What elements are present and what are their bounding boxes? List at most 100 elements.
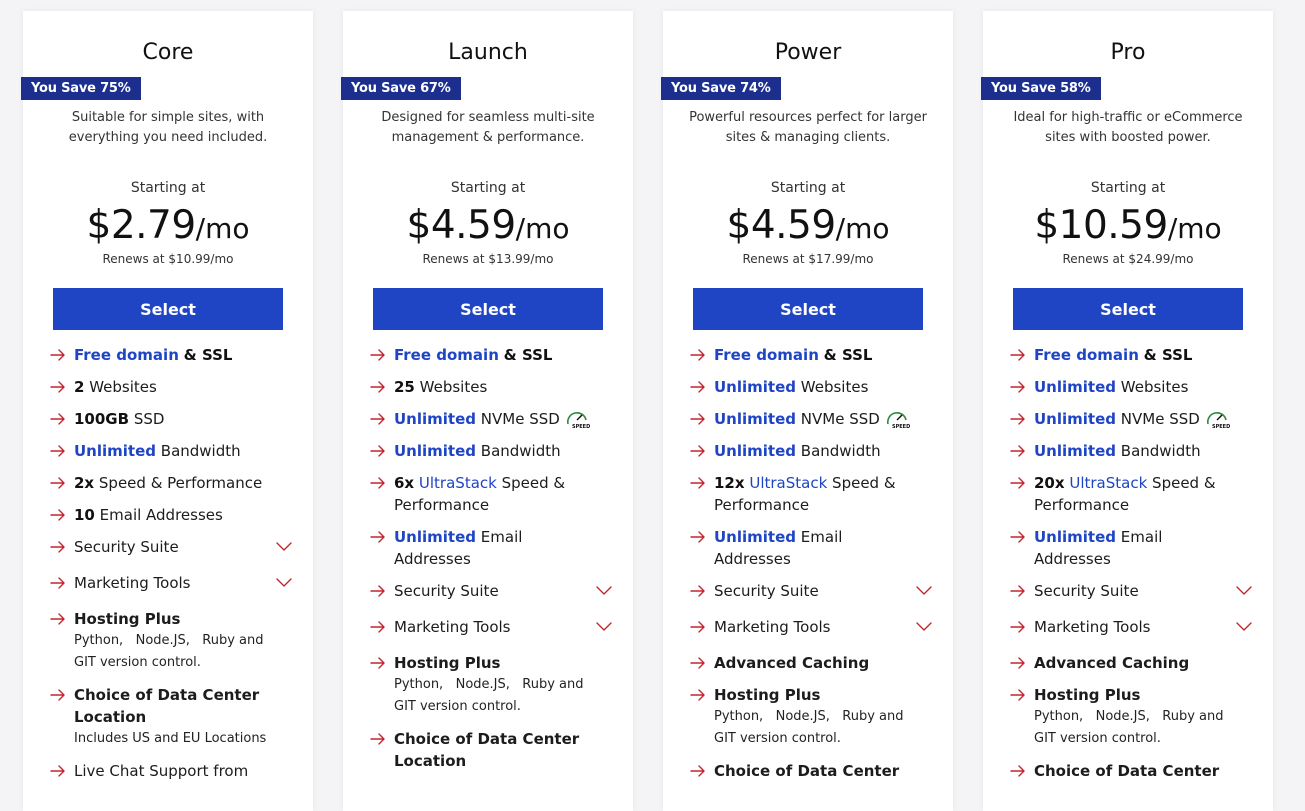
feature-title: Hosting Plus <box>1034 686 1141 704</box>
plan-card-power: Power You Save 74% Powerful resources pe… <box>661 11 953 811</box>
chevron-down-icon[interactable] <box>595 583 613 597</box>
feature-live-chat: Live Chat Support from <box>49 760 293 782</box>
arrow-right-icon <box>49 472 67 494</box>
feature-text: Performance <box>394 496 490 514</box>
plan-description-line: sites & managing clients. <box>725 130 891 145</box>
starting-at-label: Starting at <box>130 180 206 196</box>
feature-security-suite[interactable]: Security Suite <box>49 536 293 558</box>
arrow-right-icon <box>49 608 67 630</box>
plan-name: Launch <box>448 40 528 65</box>
speed-badge-icon <box>1204 410 1230 430</box>
arrow-right-icon <box>689 526 707 548</box>
feature-email: Unlimited Email Addresses <box>1009 526 1253 570</box>
feature-text: Bandwidth <box>1120 442 1201 460</box>
free-domain-link[interactable]: Free domain <box>1034 346 1139 364</box>
feature-speed: 12x UltraStack Speed & Performance <box>689 472 933 516</box>
feature-text: Bandwidth <box>480 442 561 460</box>
chevron-down-icon[interactable] <box>595 619 613 633</box>
plan-card-launch: Launch You Save 67% Designed for seamles… <box>341 11 633 811</box>
feature-security-suite[interactable]: Security Suite <box>689 580 933 602</box>
feature-text: Security Suite <box>1034 582 1139 600</box>
select-button[interactable]: Select <box>53 288 283 330</box>
price-amount: $4.59 <box>406 203 517 248</box>
feature-text: & SSL <box>823 346 873 364</box>
plan-description: Ideal for high-traffic or eCommerce site… <box>1001 108 1255 148</box>
feature-data-center: Choice of Data Center <box>689 760 933 782</box>
feature-subtext: Includes US and EU Locations <box>74 731 267 746</box>
arrow-right-icon <box>49 376 67 398</box>
feature-list: Free domain & SSL 25 Websites Unlimited … <box>369 344 613 782</box>
feature-marketing-tools[interactable]: Marketing Tools <box>369 616 613 638</box>
plan-description: Powerful resources perfect for larger si… <box>681 108 935 148</box>
feature-security-suite[interactable]: Security Suite <box>369 580 613 602</box>
feature-subtext: GIT version control. <box>714 731 841 746</box>
arrow-right-icon <box>369 344 387 366</box>
feature-text: Speed & <box>501 474 566 492</box>
feature-value: Unlimited <box>714 528 796 546</box>
feature-hosting-plus: Hosting Plus Python, Node.JS, Ruby and G… <box>49 608 293 674</box>
arrow-right-icon <box>1009 684 1027 706</box>
feature-text: Bandwidth <box>160 442 241 460</box>
feature-title: Location <box>74 708 147 726</box>
feature-value: Unlimited <box>394 442 476 460</box>
feature-value: 2x <box>74 474 95 492</box>
chevron-down-icon[interactable] <box>1235 583 1253 597</box>
savings-badge: You Save 74% <box>661 77 781 100</box>
price: $4.59/mo <box>343 203 633 248</box>
chevron-down-icon[interactable] <box>1235 619 1253 633</box>
feature-value: 2 <box>74 378 85 396</box>
feature-text: Addresses <box>714 550 791 568</box>
feature-text: Websites <box>89 378 157 396</box>
chevron-down-icon[interactable] <box>275 575 293 589</box>
feature-value: 20x <box>1034 474 1065 492</box>
feature-websites: Unlimited Websites <box>689 376 933 398</box>
free-domain-link[interactable]: Free domain <box>714 346 819 364</box>
feature-title: Hosting Plus <box>74 610 181 628</box>
feature-value: Unlimited <box>714 410 796 428</box>
plan-name: Core <box>142 40 194 65</box>
plan-description-line: Powerful resources perfect for larger <box>689 110 927 125</box>
arrow-right-icon <box>1009 526 1027 548</box>
feature-marketing-tools[interactable]: Marketing Tools <box>1009 616 1253 638</box>
arrow-right-icon <box>1009 616 1027 638</box>
feature-subtext: Python, Node.JS, Ruby and <box>1034 709 1224 724</box>
renewal-price: Renews at $24.99/mo <box>1062 252 1194 266</box>
free-domain-link[interactable]: Free domain <box>394 346 499 364</box>
free-domain-link[interactable]: Free domain <box>74 346 179 364</box>
renewal-price: Renews at $13.99/mo <box>422 252 554 266</box>
feature-subtext: Python, Node.JS, Ruby and <box>394 677 584 692</box>
feature-value: Unlimited <box>394 528 476 546</box>
arrow-right-icon <box>49 344 67 366</box>
feature-ssd: 100GB SSD <box>49 408 293 430</box>
feature-list: Free domain & SSL Unlimited Websites Unl… <box>1009 344 1253 792</box>
feature-subtext: Python, Node.JS, Ruby and <box>714 709 904 724</box>
arrow-right-icon <box>1009 344 1027 366</box>
plan-description-line: Designed for seamless multi-site <box>381 110 595 125</box>
savings-badge: You Save 67% <box>341 77 461 100</box>
ultrastack-link[interactable]: UltraStack <box>749 474 827 492</box>
feature-marketing-tools[interactable]: Marketing Tools <box>689 616 933 638</box>
ultrastack-link[interactable]: UltraStack <box>419 474 497 492</box>
chevron-down-icon[interactable] <box>915 583 933 597</box>
select-button[interactable]: Select <box>373 288 603 330</box>
renewal-price: Renews at $17.99/mo <box>742 252 874 266</box>
arrow-right-icon <box>49 572 67 594</box>
arrow-right-icon <box>49 684 67 706</box>
arrow-right-icon <box>49 760 67 782</box>
chevron-down-icon[interactable] <box>275 539 293 553</box>
select-button[interactable]: Select <box>1013 288 1243 330</box>
plan-description: Suitable for simple sites, with everythi… <box>41 108 295 148</box>
feature-marketing-tools[interactable]: Marketing Tools <box>49 572 293 594</box>
ultrastack-link[interactable]: UltraStack <box>1069 474 1147 492</box>
arrow-right-icon <box>689 408 707 430</box>
feature-security-suite[interactable]: Security Suite <box>1009 580 1253 602</box>
arrow-right-icon <box>689 580 707 602</box>
plan-name: Power <box>774 40 842 65</box>
feature-websites: Unlimited Websites <box>1009 376 1253 398</box>
feature-value: Unlimited <box>1034 378 1116 396</box>
savings-badge: You Save 75% <box>21 77 141 100</box>
chevron-down-icon[interactable] <box>915 619 933 633</box>
select-button[interactable]: Select <box>693 288 923 330</box>
feature-email: 10 Email Addresses <box>49 504 293 526</box>
arrow-right-icon <box>689 616 707 638</box>
